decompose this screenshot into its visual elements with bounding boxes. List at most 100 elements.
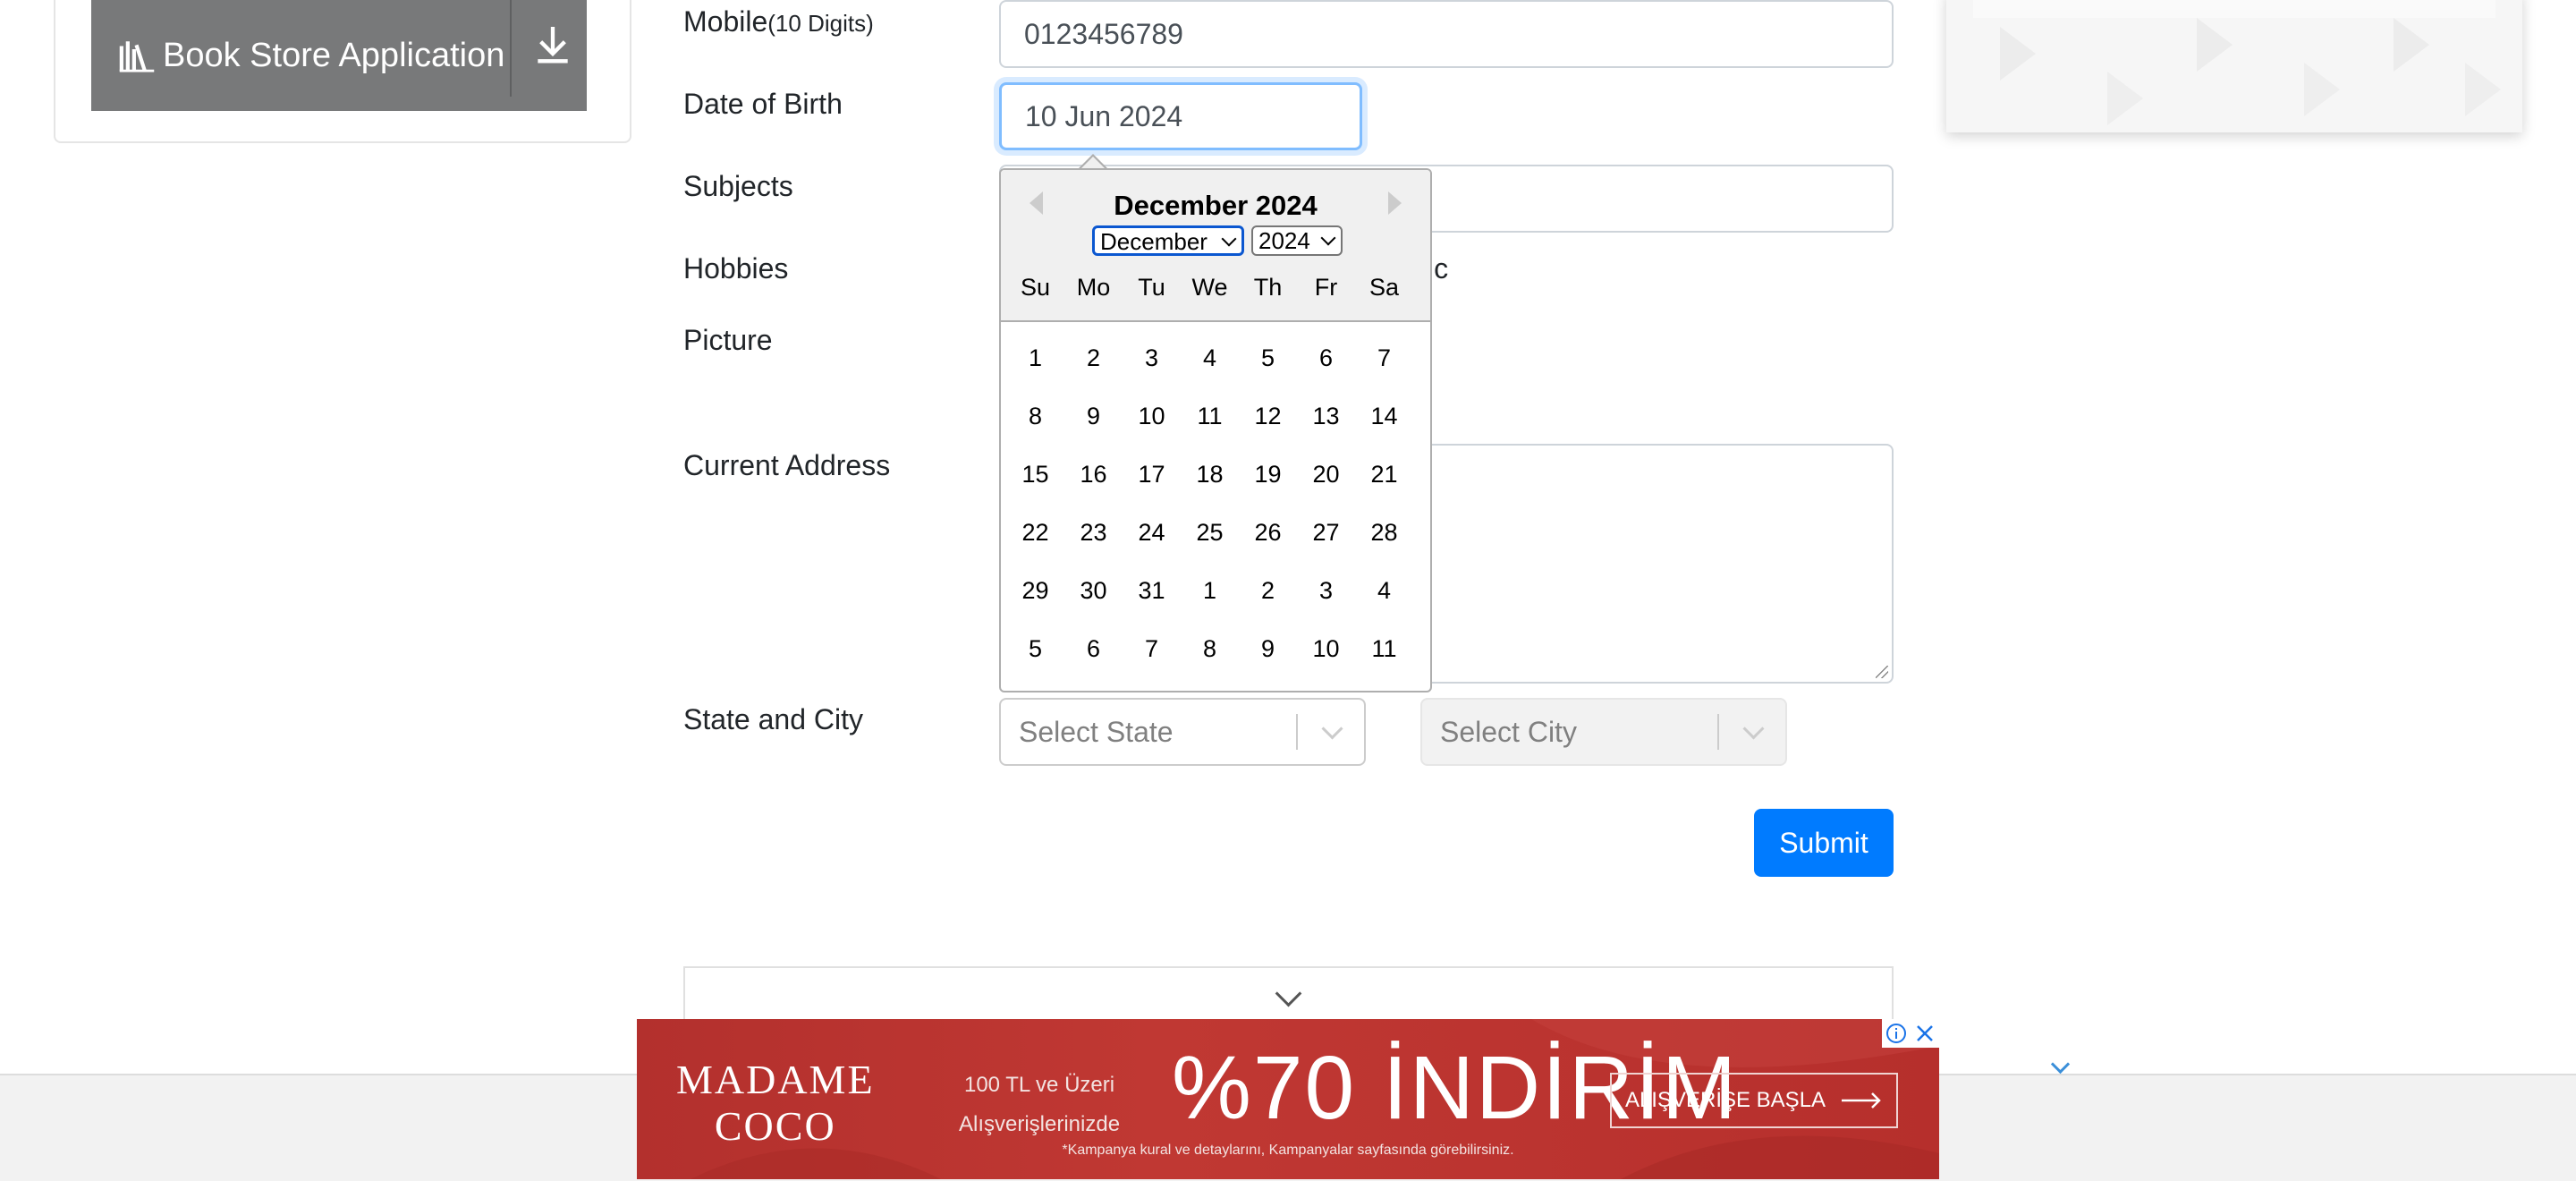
week-row: 22 23 24 25 26 27 28	[1006, 504, 1428, 562]
day-cell[interactable]: 6	[1297, 329, 1355, 387]
mobile-hint: (10 Digits)	[767, 10, 874, 37]
weekday-name: We	[1191, 274, 1228, 301]
day-cell[interactable]: 17	[1123, 446, 1181, 504]
weekday-name: Tu	[1138, 274, 1165, 301]
day-cell[interactable]: 26	[1239, 504, 1297, 562]
day-cell[interactable]: 9	[1064, 387, 1123, 446]
day-cell[interactable]: 16	[1064, 446, 1123, 504]
promo-condition: 100 TL ve Üzeri Alışverişlerinizde	[959, 1066, 1120, 1144]
day-cell[interactable]: 27	[1297, 504, 1355, 562]
shop-now-label: ALIŞVERİŞE BAŞLA	[1624, 1088, 1826, 1112]
day-cell[interactable]: 8	[1181, 620, 1239, 678]
chevron-down-icon	[1742, 718, 1765, 740]
day-cell[interactable]: 22	[1006, 504, 1064, 562]
day-cell[interactable]: 21	[1355, 446, 1413, 504]
day-cell[interactable]: 4	[1355, 562, 1413, 620]
info-icon[interactable]	[1882, 1019, 1911, 1048]
day-cell[interactable]: 18	[1181, 446, 1239, 504]
day-cell[interactable]: 13	[1297, 387, 1355, 446]
datepicker-current-month: December 2024	[1114, 190, 1318, 221]
state-select[interactable]: Select State	[999, 698, 1366, 766]
banner-ad[interactable]: MADAME COCO 100 TL ve Üzeri Alışverişler…	[637, 1019, 1939, 1179]
day-cell[interactable]: 20	[1297, 446, 1355, 504]
day-cell[interactable]: 12	[1239, 387, 1297, 446]
day-cell[interactable]: 23	[1064, 504, 1123, 562]
side-ad-frame	[1946, 0, 2522, 132]
subjects-label: Subjects	[683, 170, 793, 202]
day-cell[interactable]: 11	[1355, 620, 1413, 678]
day-cell[interactable]: 1	[1006, 329, 1064, 387]
date-of-birth-value: 10 Jun 2024	[1025, 99, 1183, 132]
weekday-name: Th	[1253, 274, 1283, 301]
chevron-down-icon	[1321, 718, 1343, 740]
close-icon-glyph	[1917, 1025, 1933, 1041]
state-dropdown-indicator[interactable]	[1298, 700, 1364, 764]
day-cell[interactable]: 10	[1297, 620, 1355, 678]
weekday-name: Sa	[1368, 274, 1400, 301]
current-address-label: Current Address	[683, 449, 891, 481]
week-row: 8 9 10 11 12 13 14	[1006, 387, 1428, 446]
info-icon-glyph	[1886, 1024, 1906, 1043]
book-store-application-button[interactable]: Book Store Application	[91, 0, 587, 111]
month-select[interactable]: December	[1092, 225, 1244, 256]
day-cell[interactable]: 10	[1123, 387, 1181, 446]
weekday-name: Fr	[1314, 274, 1338, 301]
month-select-value: December	[1100, 228, 1208, 255]
download-icon[interactable]	[535, 23, 571, 66]
close-icon[interactable]	[1911, 1019, 1939, 1048]
hobbies-label: Hobbies	[683, 252, 789, 285]
city-select[interactable]: Select City	[1420, 698, 1787, 766]
picture-label: Picture	[683, 324, 773, 356]
day-cell[interactable]: 5	[1006, 620, 1064, 678]
day-cell[interactable]: 15	[1006, 446, 1064, 504]
promo-fine-print: *Kampanya kural ve detaylarını, Kampanya…	[1062, 1143, 1514, 1158]
chevron-down-icon	[1320, 230, 1336, 246]
day-cell[interactable]: 24	[1123, 504, 1181, 562]
submit-button[interactable]: Submit	[1754, 809, 1894, 877]
day-cell[interactable]: 25	[1181, 504, 1239, 562]
day-cell[interactable]: 6	[1064, 620, 1123, 678]
resize-handle[interactable]	[1876, 666, 1888, 678]
promo-condition-line-1: 100 TL ve Üzeri	[963, 1073, 1115, 1097]
city-dropdown-indicator[interactable]	[1719, 700, 1785, 764]
year-select[interactable]: 2024	[1251, 225, 1343, 256]
day-cell[interactable]: 3	[1123, 329, 1181, 387]
datepicker-month-grid: 1 2 3 4 5 6 7 8 9 10 11 12 13 14 15 16 1…	[1006, 329, 1428, 678]
day-cell[interactable]: 5	[1239, 329, 1297, 387]
day-cell[interactable]: 11	[1181, 387, 1239, 446]
day-cell[interactable]: 8	[1006, 387, 1064, 446]
day-cell[interactable]: 29	[1006, 562, 1064, 620]
promo-condition-line-2: Alışverişlerinizde	[959, 1112, 1121, 1136]
state-select-placeholder: Select State	[1019, 715, 1174, 748]
book-store-application-label: Book Store Application	[163, 36, 505, 74]
year-select-value: 2024	[1258, 227, 1310, 254]
datepicker-popup: December 2024 December 2024 Su Mo Tu We …	[999, 168, 1432, 692]
day-cell[interactable]: 31	[1123, 562, 1181, 620]
city-select-placeholder: Select City	[1440, 715, 1577, 748]
day-cell[interactable]: 14	[1355, 387, 1413, 446]
arrow-right-icon	[1842, 1092, 1881, 1109]
day-cell[interactable]: 2	[1064, 329, 1123, 387]
date-of-birth-input[interactable]: 10 Jun 2024	[999, 82, 1362, 150]
week-row: 29 30 31 1 2 3 4	[1006, 562, 1428, 620]
datepicker-pointer-inner	[1080, 157, 1106, 169]
day-cell[interactable]: 30	[1064, 562, 1123, 620]
week-row: 15 16 17 18 19 20 21	[1006, 446, 1428, 504]
day-cell[interactable]: 2	[1239, 562, 1297, 620]
day-cell[interactable]: 19	[1239, 446, 1297, 504]
day-cell[interactable]: 3	[1297, 562, 1355, 620]
weekday-name: Su	[1020, 274, 1051, 301]
mobile-input[interactable]: 0123456789	[999, 0, 1894, 68]
mobile-label: Mobile(10 Digits)	[683, 5, 874, 38]
state-and-city-label: State and City	[683, 703, 863, 735]
day-cell[interactable]: 28	[1355, 504, 1413, 562]
day-cell[interactable]: 7	[1123, 620, 1181, 678]
week-row: 1 2 3 4 5 6 7	[1006, 329, 1428, 387]
day-cell[interactable]: 9	[1239, 620, 1297, 678]
date-of-birth-label: Date of Birth	[683, 88, 843, 120]
shop-now-button[interactable]: ALIŞVERİŞE BAŞLA	[1610, 1073, 1898, 1128]
chevron-down-icon[interactable]	[2050, 1054, 2071, 1075]
day-cell[interactable]: 4	[1181, 329, 1239, 387]
day-cell[interactable]: 7	[1355, 329, 1413, 387]
day-cell[interactable]: 1	[1181, 562, 1239, 620]
